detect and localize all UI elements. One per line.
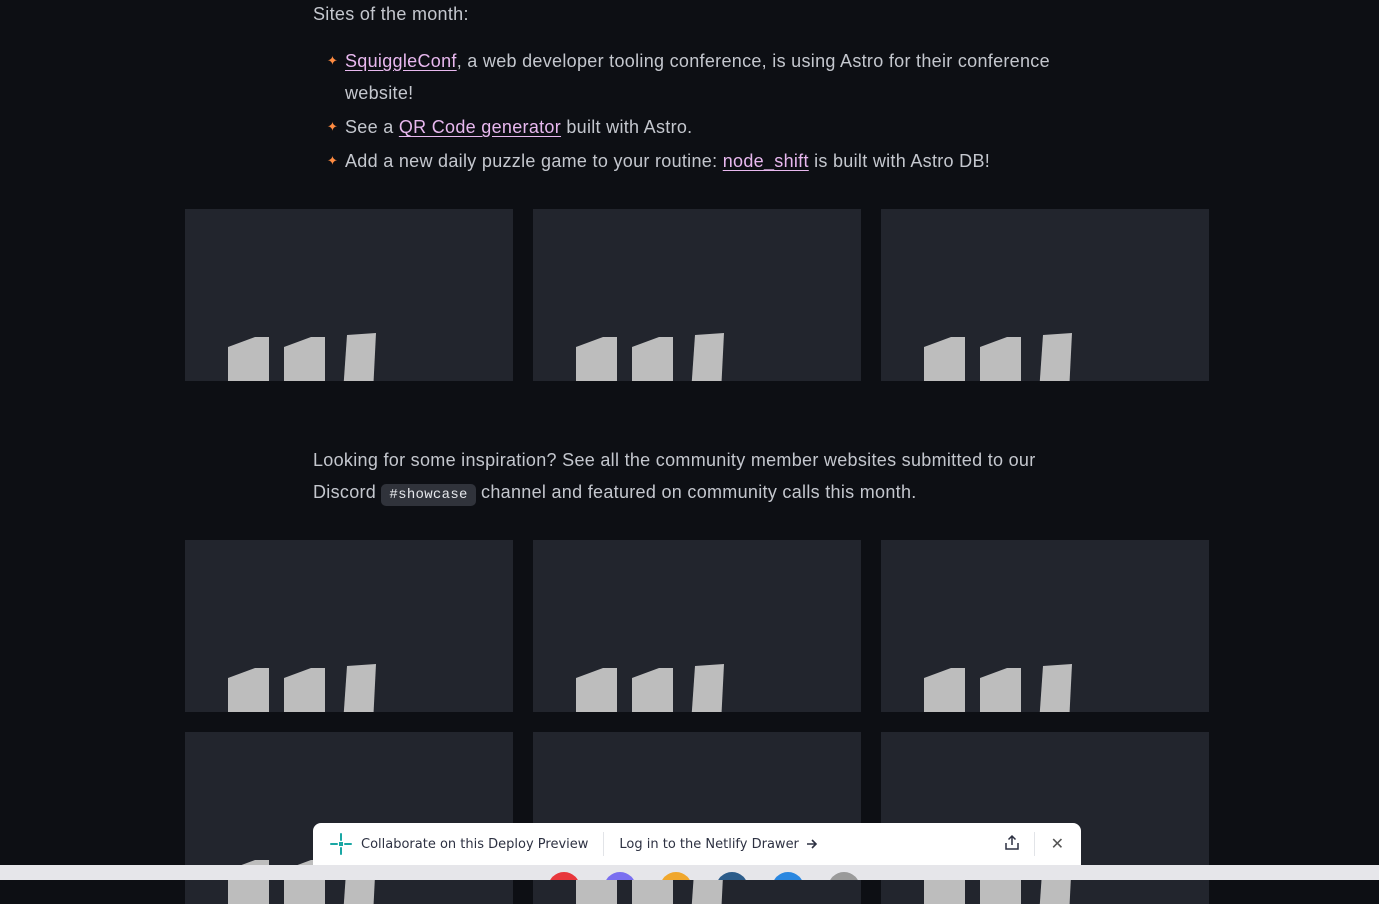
site-card[interactable] xyxy=(881,209,1209,381)
dock-app-icon[interactable] xyxy=(716,872,748,880)
collaborate-button[interactable]: Collaborate on this Deploy Preview xyxy=(361,837,588,852)
dock-app-icon[interactable] xyxy=(660,872,692,880)
sparkle-icon: ✦ xyxy=(327,153,339,168)
placeholder-image-icon xyxy=(924,664,1072,712)
showcase-paragraph: Looking for some inspiration? See all th… xyxy=(313,444,1083,511)
site-card[interactable] xyxy=(185,209,513,381)
placeholder-image-icon xyxy=(576,333,724,381)
dock-app-icon[interactable] xyxy=(548,872,580,880)
dock-app-icon[interactable] xyxy=(828,872,860,880)
node-shift-link[interactable]: node_shift xyxy=(723,151,809,171)
login-drawer-button[interactable]: Log in to the Netlify Drawer xyxy=(619,837,819,852)
divider xyxy=(603,832,605,856)
placeholder-image-icon xyxy=(924,333,1072,381)
netlify-logo-icon xyxy=(330,833,352,855)
site-item: ✦ SquiggleConf, a web developer tooling … xyxy=(313,45,1083,109)
share-icon[interactable] xyxy=(1003,834,1021,852)
bottom-dock xyxy=(0,865,1379,880)
site-item: ✦ See a QR Code generator built with Ast… xyxy=(313,111,1083,143)
placeholder-image-icon xyxy=(228,333,376,381)
showcase-card[interactable] xyxy=(533,540,861,712)
netlify-drawer-bar: Collaborate on this Deploy Preview Log i… xyxy=(313,823,1081,865)
dock-app-icon[interactable] xyxy=(772,872,804,880)
sparkle-icon: ✦ xyxy=(327,53,339,68)
sparkle-icon: ✦ xyxy=(327,119,339,134)
site-item: ✦ Add a new daily puzzle game to your ro… xyxy=(313,145,1083,177)
squiggleconf-link[interactable]: SquiggleConf xyxy=(345,51,457,71)
site-card[interactable] xyxy=(533,209,861,381)
placeholder-image-icon xyxy=(228,664,376,712)
arrow-right-icon xyxy=(806,839,818,849)
placeholder-image-icon xyxy=(576,664,724,712)
qr-code-generator-link[interactable]: QR Code generator xyxy=(399,117,561,137)
showcase-card[interactable] xyxy=(185,540,513,712)
divider xyxy=(1034,832,1035,856)
sites-list: ✦ SquiggleConf, a web developer tooling … xyxy=(313,45,1083,179)
sites-intro: Sites of the month: xyxy=(313,4,469,24)
showcase-card[interactable] xyxy=(881,540,1209,712)
showcase-code: #showcase xyxy=(381,484,476,506)
dock-app-icon[interactable] xyxy=(604,872,636,880)
close-icon[interactable]: ✕ xyxy=(1051,834,1064,853)
sites-card-grid xyxy=(185,209,1209,381)
